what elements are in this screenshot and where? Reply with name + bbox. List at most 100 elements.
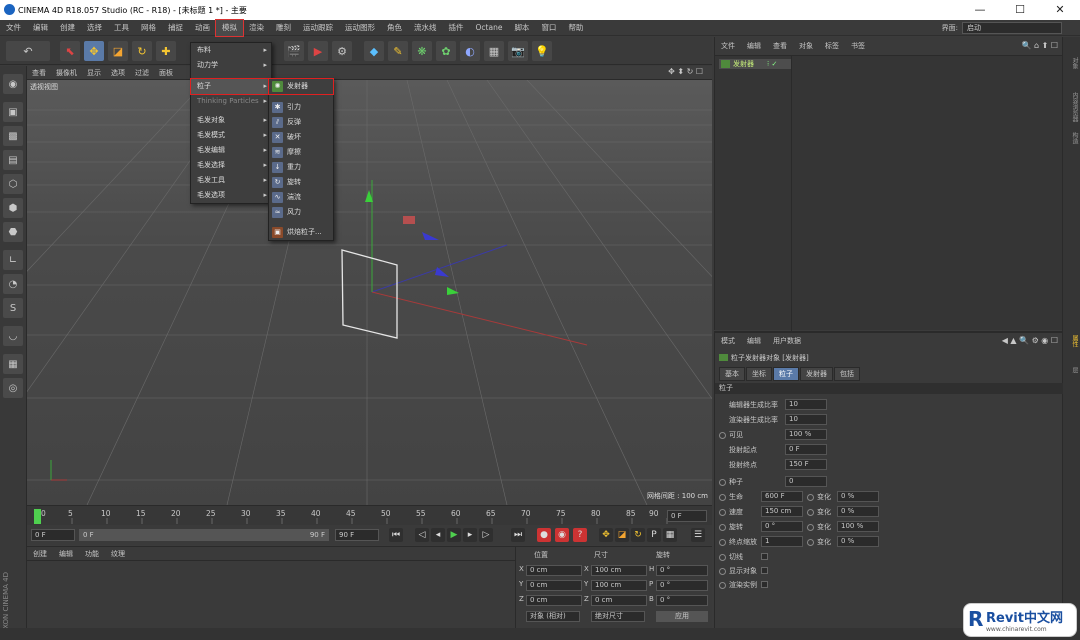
menu-window[interactable]: 窗口 xyxy=(535,20,562,36)
subdivision-icon[interactable]: ❋ xyxy=(412,41,432,61)
prev-frame-icon[interactable]: ◂ xyxy=(431,528,445,542)
attr-tab-coords[interactable]: 坐标 xyxy=(746,367,772,381)
render-icon[interactable]: ▶ xyxy=(308,41,328,61)
polygons-mode-icon[interactable]: ⬣ xyxy=(3,222,23,242)
light-icon[interactable]: 💡 xyxy=(532,41,552,61)
scale-tool-icon[interactable]: ◪ xyxy=(108,41,128,61)
attr-rotation-field[interactable]: 0 ° xyxy=(761,521,803,532)
rot-h-field[interactable]: 0 ° xyxy=(656,565,708,576)
menu-character[interactable]: 角色 xyxy=(381,20,408,36)
particle-attractor-item[interactable]: ✱ 引力 xyxy=(269,100,333,115)
obj-menu-edit[interactable]: 编辑 xyxy=(741,41,767,53)
grid-lock-icon[interactable]: ▦ xyxy=(3,354,23,374)
menu-sculpt[interactable]: 雕刻 xyxy=(270,20,297,36)
sim-item-thinking-particles[interactable]: Thinking Particles ▸ xyxy=(191,94,271,109)
obj-menu-view[interactable]: 查看 xyxy=(767,41,793,53)
particle-friction-item[interactable]: ≋ 摩擦 xyxy=(269,145,333,160)
key-scale-icon[interactable]: ◪ xyxy=(615,528,629,542)
vp-menu-display[interactable]: 显示 xyxy=(82,68,106,78)
sim-item-hair-edit[interactable]: 毛发编辑 ▸ xyxy=(191,143,271,158)
size-mode-select[interactable]: 绝对尺寸 xyxy=(591,611,645,622)
key-param-icon[interactable]: P xyxy=(647,528,661,542)
key-pla-icon[interactable]: ▦ xyxy=(663,528,677,542)
model-mode-icon[interactable]: ▣ xyxy=(3,102,23,122)
menu-select[interactable]: 选择 xyxy=(81,20,108,36)
attribute-nav-icons[interactable]: ◀ ▲ 🔍 ⚙ ◉ ☐ xyxy=(1002,336,1058,345)
rot-b-field[interactable]: 0 ° xyxy=(656,595,708,606)
menu-animate[interactable]: 动画 xyxy=(189,20,216,36)
vp-menu-options[interactable]: 选项 xyxy=(106,68,130,78)
menu-edit[interactable]: 编辑 xyxy=(27,20,54,36)
menu-plugins[interactable]: 插件 xyxy=(443,20,470,36)
apply-button[interactable]: 应用 xyxy=(656,611,708,622)
attr-visible-field[interactable]: 100 % xyxy=(785,429,827,440)
attr-start-emission-field[interactable]: 0 F xyxy=(785,444,827,455)
mat-menu-texture[interactable]: 纹理 xyxy=(105,549,131,559)
object-visibility-icon[interactable]: ⁝ ✓ xyxy=(767,60,777,68)
menu-mesh[interactable]: 网格 xyxy=(135,20,162,36)
render-view-icon[interactable]: 🎬 xyxy=(284,41,304,61)
minimize-button[interactable]: — xyxy=(960,0,1000,20)
auto-key-icon[interactable]: ◉ xyxy=(555,528,569,542)
obj-menu-tags[interactable]: 标签 xyxy=(819,41,845,53)
vp-menu-view[interactable]: 查看 xyxy=(27,68,51,78)
obj-menu-bookmarks[interactable]: 书签 xyxy=(845,41,871,53)
axis-mode-icon[interactable]: ∟ xyxy=(3,250,23,270)
play-icon[interactable]: ▶ xyxy=(447,528,461,542)
rot-p-field[interactable]: 0 ° xyxy=(656,580,708,591)
current-frame-field[interactable]: 0 F xyxy=(667,510,707,522)
texture-mode-icon[interactable]: ▩ xyxy=(3,126,23,146)
particle-destructor-item[interactable]: ✕ 破坏 xyxy=(269,130,333,145)
undo-icon[interactable]: ↶ xyxy=(6,41,50,61)
object-nav-icons[interactable]: 🔍 ⌂ ⬆ ☐ xyxy=(1021,41,1058,50)
object-row-emitter[interactable]: 发射器 xyxy=(719,59,791,69)
menu-simulate[interactable]: 模拟 xyxy=(215,18,244,37)
rotate-tool-icon[interactable]: ↻ xyxy=(132,41,152,61)
timeline-window-icon[interactable]: ☰ xyxy=(691,528,705,542)
goto-start-icon[interactable]: ⏮ xyxy=(389,528,403,542)
menu-tools[interactable]: 工具 xyxy=(108,20,135,36)
deformer-icon[interactable]: ◐ xyxy=(460,41,480,61)
size-y-field[interactable]: 100 cm xyxy=(591,580,647,591)
attr-lifetime-var-field[interactable]: 0 % xyxy=(837,491,879,502)
menu-render[interactable]: 渲染 xyxy=(243,20,270,36)
vp-menu-filter[interactable]: 过滤 xyxy=(130,68,154,78)
particle-gravity-item[interactable]: ↓ 重力 xyxy=(269,160,333,175)
tab-objects[interactable]: 对象 xyxy=(1065,57,1079,69)
layout-select[interactable]: 启动 xyxy=(962,22,1062,34)
next-key-icon[interactable]: ▷ xyxy=(479,528,493,542)
sim-item-hair-objects[interactable]: 毛发对象 ▸ xyxy=(191,113,271,128)
keyframe-selection-icon[interactable]: ? xyxy=(573,528,587,542)
attr-menu-mode[interactable]: 模式 xyxy=(715,336,741,346)
select-tool-icon[interactable]: ⬉ xyxy=(60,41,80,61)
attr-speed-var-field[interactable]: 0 % xyxy=(837,506,879,517)
camera-icon[interactable]: 📷 xyxy=(508,41,528,61)
playhead[interactable] xyxy=(34,509,41,524)
size-z-field[interactable]: 0 cm xyxy=(591,595,647,606)
menu-motion-tracking[interactable]: 运动跟踪 xyxy=(297,20,339,36)
vp-menu-camera[interactable]: 摄像机 xyxy=(51,68,82,78)
key-rotate-icon[interactable]: ↻ xyxy=(631,528,645,542)
viewport[interactable]: 透视视图 网格间距 : 100 cm xyxy=(27,80,712,505)
tab-attributes[interactable]: 属性 xyxy=(1065,335,1079,347)
attr-lifetime-field[interactable]: 600 F xyxy=(761,491,803,502)
sim-item-hair-select[interactable]: 毛发选择 ▸ xyxy=(191,158,271,173)
end-frame-field[interactable]: 90 F xyxy=(335,529,379,541)
attr-stop-emission-field[interactable]: 150 F xyxy=(785,459,827,470)
particle-wind-item[interactable]: ≈ 风力 xyxy=(269,205,333,220)
workplane-icon[interactable]: ▤ xyxy=(3,150,23,170)
particle-rotation-item[interactable]: ↻ 旋转 xyxy=(269,175,333,190)
menu-octane[interactable]: Octane xyxy=(470,20,509,36)
menu-script[interactable]: 脚本 xyxy=(508,20,535,36)
close-button[interactable]: ✕ xyxy=(1040,0,1080,20)
pos-x-field[interactable]: 0 cm xyxy=(526,565,582,576)
obj-menu-objects[interactable]: 对象 xyxy=(793,41,819,53)
next-frame-icon[interactable]: ▸ xyxy=(463,528,477,542)
pos-y-field[interactable]: 0 cm xyxy=(526,580,582,591)
record-icon[interactable]: ● xyxy=(537,528,551,542)
tab-content-browser[interactable]: 内容浏览器 xyxy=(1065,92,1079,122)
array-icon[interactable]: ✿ xyxy=(436,41,456,61)
attr-editor-rate-field[interactable]: 10 xyxy=(785,399,827,410)
particle-bake-item[interactable]: ▣ 烘焙粒子... xyxy=(269,225,333,240)
sim-item-hair-options[interactable]: 毛发选项 ▸ xyxy=(191,188,271,203)
